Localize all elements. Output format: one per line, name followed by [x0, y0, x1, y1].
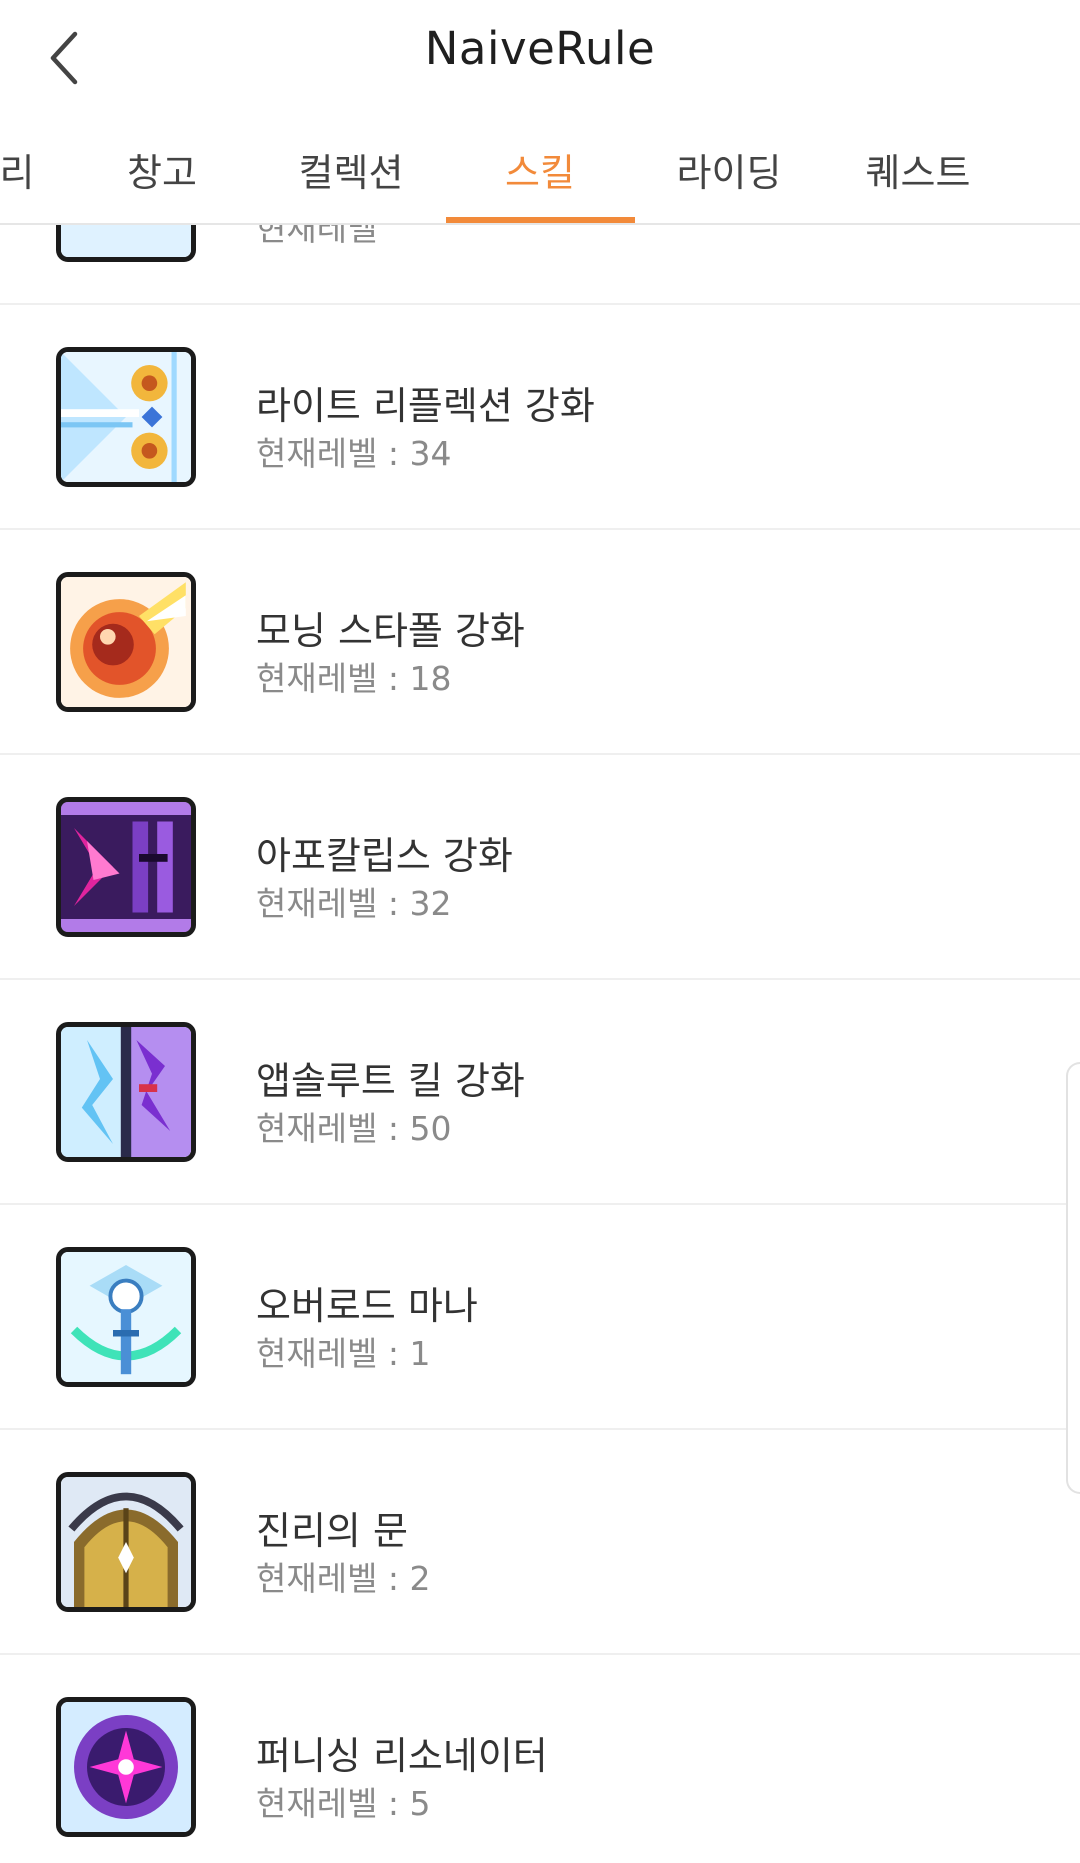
punishing-resonator-icon: [56, 1697, 196, 1837]
list-item[interactable]: 진리의 문 현재레벨 : 2: [0, 1430, 1080, 1655]
tab-riding[interactable]: 라이딩: [635, 115, 823, 223]
skill-name: 아포칼립스 강화: [256, 834, 513, 878]
scroll-handle[interactable]: [1066, 1062, 1080, 1494]
tab-quest[interactable]: 퀘스트: [824, 115, 1012, 223]
tab-storage[interactable]: 창고: [68, 115, 256, 223]
skill-level: 현재레벨 : 18: [256, 659, 452, 698]
tab-collection[interactable]: 컬렉션: [257, 115, 445, 223]
list-item[interactable]: 아포칼립스 강화 현재레벨 : 32: [0, 755, 1080, 980]
list-item[interactable]: 모닝 스타폴 강화 현재레벨 : 18: [0, 530, 1080, 755]
list-item[interactable]: 라이트 리플렉션 강화 현재레벨 : 34: [0, 305, 1080, 530]
skill-level: 현재레벨 : 2: [256, 1559, 431, 1598]
morning-starfall-icon: [56, 572, 196, 712]
page-title: NaiveRule: [424, 22, 656, 75]
door-of-truth-icon: [56, 1472, 196, 1612]
skill-name: 퍼니싱 리소네이터: [256, 1734, 548, 1778]
absolute-kill-icon: [56, 1022, 196, 1162]
list-item[interactable]: 퍼니싱 리소네이터 현재레벨 : 5: [0, 1655, 1080, 1863]
app-header: NaiveRule: [0, 0, 1080, 115]
apocalypse-icon: [56, 797, 196, 937]
list-item[interactable]: 오버로드 마나 현재레벨 : 1: [0, 1205, 1080, 1430]
list-item[interactable]: 앱솔루트 킬 강화 현재레벨 : 50: [0, 980, 1080, 1205]
skill-name: 오버로드 마나: [256, 1284, 478, 1328]
tab-skill[interactable]: 스킬: [446, 115, 634, 223]
app-root: 현재레벨 라이트 리플렉션 강화 현재레벨 : 34 모닝 스타폴 강화 현재레…: [0, 0, 1080, 1863]
skill-name: 모닝 스타폴 강화: [256, 609, 525, 653]
skill-level: 현재레벨 : 34: [256, 434, 452, 473]
skill-level: 현재레벨 : 1: [256, 1334, 431, 1373]
skill-name: 라이트 리플렉션 강화: [256, 384, 595, 428]
skill-level: 현재레벨 : 50: [256, 1109, 452, 1148]
overload-mana-icon: [56, 1247, 196, 1387]
skill-name: 진리의 문: [256, 1509, 408, 1553]
skill-level: 현재레벨 : 32: [256, 884, 452, 923]
skill-list[interactable]: 현재레벨 라이트 리플렉션 강화 현재레벨 : 34 모닝 스타폴 강화 현재레…: [0, 80, 1080, 1863]
tab-bar: 리 창고 컬렉션 스킬 라이딩 퀘스트 펫: [0, 115, 1080, 225]
light-reflection-icon: [56, 347, 196, 487]
tab-pet[interactable]: 펫: [1013, 115, 1080, 223]
active-tab-indicator: [446, 217, 635, 223]
skill-name: 앱솔루트 킬 강화: [256, 1059, 525, 1103]
skill-level: 현재레벨 : 5: [256, 1784, 431, 1823]
